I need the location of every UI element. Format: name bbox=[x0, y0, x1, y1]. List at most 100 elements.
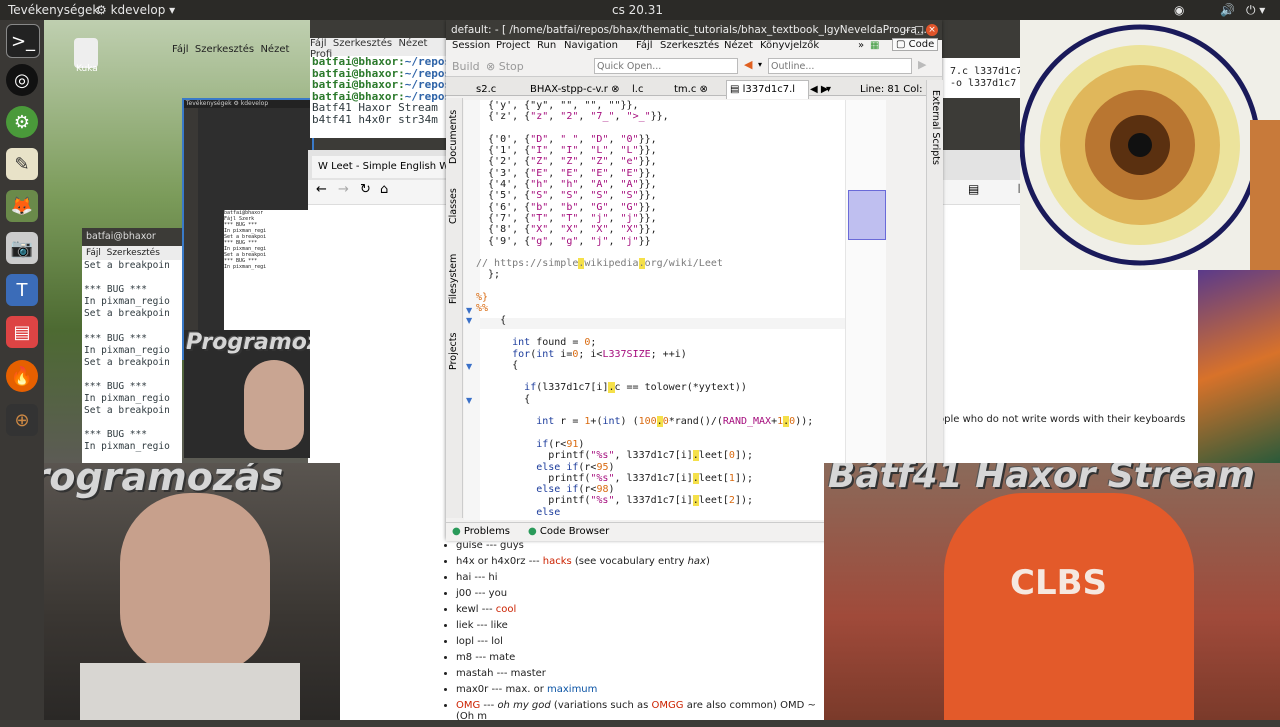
browser-tab-title: Leet - Simple English Wi bbox=[331, 161, 452, 172]
minimap[interactable] bbox=[845, 100, 886, 520]
menu-edit[interactable]: Szerkesztés bbox=[660, 40, 719, 51]
kdevelop-dock-icon[interactable]: ⚙ bbox=[6, 106, 38, 138]
code-area-label: Code bbox=[908, 39, 935, 50]
wiki-link[interactable]: OMGG bbox=[652, 700, 684, 711]
fold-icon[interactable]: ▼ bbox=[466, 306, 472, 315]
wikipedia-icon: W bbox=[318, 161, 328, 172]
classes-panel-tab[interactable]: Classes bbox=[448, 188, 459, 224]
bg-menu-view[interactable]: Nézet bbox=[398, 38, 427, 49]
terminal-menu-edit[interactable]: Szerkesztés bbox=[107, 248, 160, 258]
build-button[interactable]: Build bbox=[452, 60, 480, 73]
background-terminal[interactable]: Fájl Szerkesztés Nézet Profi batfai@bhax… bbox=[310, 38, 464, 138]
text-app-icon[interactable]: T bbox=[6, 274, 38, 306]
volume-icon[interactable]: 🔊 bbox=[1220, 3, 1235, 17]
quick-open-input[interactable] bbox=[594, 58, 738, 74]
bg-menu-file[interactable]: Fájl bbox=[310, 38, 327, 49]
wiki-paragraph-fragment: ople who do not write words with their k… bbox=[938, 414, 1186, 425]
list-item: lopl --- lol bbox=[456, 636, 836, 647]
clock[interactable]: cs 20.31 bbox=[612, 3, 663, 17]
editor-tab[interactable]: s2.c bbox=[476, 84, 496, 95]
presentation-icon[interactable]: ▤ bbox=[6, 316, 38, 348]
grid-icon[interactable]: ▦ bbox=[870, 40, 879, 51]
tab-close-icon[interactable]: ⊗ bbox=[700, 84, 708, 95]
documents-panel-tab[interactable]: Documents bbox=[448, 110, 459, 164]
stop-button[interactable]: ⊗ Stop bbox=[486, 60, 524, 73]
menu-run[interactable]: Run bbox=[537, 40, 556, 51]
problems-panel-tab[interactable]: ● Problems bbox=[452, 526, 510, 537]
projects-panel-tab[interactable]: Projects bbox=[448, 333, 459, 370]
history-back-icon[interactable]: ◀ bbox=[744, 58, 752, 71]
menu-view[interactable]: Nézet bbox=[260, 44, 289, 55]
terminal-icon[interactable]: >_ bbox=[6, 24, 40, 58]
terminal-output-line: Set a breakpoin bbox=[84, 260, 170, 271]
wiki-link[interactable]: cool bbox=[496, 604, 517, 615]
network-icon[interactable]: ◉ bbox=[1174, 3, 1184, 17]
code-browser-panel-tab[interactable]: ● Code Browser bbox=[528, 526, 609, 537]
maximize-icon[interactable]: □ bbox=[914, 20, 924, 40]
window-title-text: default: - [ /home/batfai/repos/bhax/the… bbox=[451, 24, 927, 36]
terminal-output-line: Set a breakpoin bbox=[84, 356, 170, 368]
editor-tab[interactable]: BHAX-stpp-c-v.r ⊗ bbox=[530, 84, 619, 95]
minimap-viewport[interactable] bbox=[848, 190, 886, 240]
list-item: liek --- like bbox=[456, 620, 836, 631]
list-text: (see vocabulary entry bbox=[571, 556, 688, 567]
active-editor-tab[interactable]: ▤ l337d1c7.l bbox=[726, 80, 809, 99]
menu-file[interactable]: Fájl bbox=[172, 44, 189, 55]
external-scripts-panel-tab[interactable]: External Scripts bbox=[930, 90, 941, 165]
text-editor-icon[interactable]: ✎ bbox=[6, 148, 38, 180]
gimp-icon[interactable]: 🦊 bbox=[6, 190, 38, 222]
right-tool-strip: External Scripts bbox=[926, 80, 943, 520]
fold-icon[interactable]: ▼ bbox=[466, 396, 472, 405]
power-icon[interactable]: ⏻ ▾ bbox=[1246, 3, 1265, 18]
wiki-link[interactable]: maximum bbox=[547, 684, 597, 695]
fold-icon[interactable]: ▼ bbox=[466, 316, 472, 325]
browser-tab[interactable]: W Leet - Simple English Wi bbox=[312, 156, 452, 178]
overflow-icon[interactable]: » bbox=[858, 40, 864, 51]
app-menu[interactable]: ⚙ kdevelop ▾ bbox=[96, 3, 175, 17]
reader-icon[interactable]: ▤ bbox=[968, 182, 979, 196]
menu-view[interactable]: Nézet bbox=[724, 40, 753, 51]
menu-project[interactable]: Project bbox=[496, 40, 530, 51]
crosshair-icon[interactable]: ⊕ bbox=[6, 404, 38, 436]
editor-tab[interactable]: l.c bbox=[632, 84, 643, 95]
obs-icon[interactable]: ◎ bbox=[6, 64, 38, 96]
firefox-icon[interactable]: 🔥 bbox=[6, 360, 38, 392]
forward-icon[interactable]: → bbox=[338, 182, 349, 197]
kdevelop-icon: ⚙ bbox=[96, 3, 107, 17]
back-icon[interactable]: ← bbox=[316, 182, 327, 197]
minimize-icon[interactable]: – bbox=[905, 20, 910, 40]
menu-session[interactable]: Session bbox=[452, 40, 490, 51]
menu-edit[interactable]: Szerkesztés bbox=[195, 44, 254, 55]
screenshot-icon[interactable]: 📷 bbox=[6, 232, 38, 264]
left-terminal[interactable]: batfai@bhaxor Fájl Szerkesztés Set a bre… bbox=[82, 228, 182, 483]
home-icon[interactable]: ⌂ bbox=[380, 182, 388, 197]
wiki-link[interactable]: OMG bbox=[456, 700, 480, 711]
close-icon[interactable]: × bbox=[926, 24, 938, 36]
code-area-button[interactable]: ▢ Code bbox=[892, 38, 939, 51]
history-forward-icon[interactable]: ▶ bbox=[918, 58, 926, 71]
fold-icon[interactable]: ▼ bbox=[466, 362, 472, 371]
tab-close-icon[interactable]: ⊗ bbox=[611, 84, 619, 95]
reload-icon[interactable]: ↻ bbox=[360, 182, 371, 197]
terminal-output-line: In pixman_regio bbox=[84, 344, 170, 356]
code-editor[interactable]: ▼ ▼ ▼ ▼ {'y', {"y", "", "", ""}}, {'z', … bbox=[464, 100, 886, 520]
menu-navigation[interactable]: Navigation bbox=[564, 40, 618, 51]
mandala-artwork bbox=[1020, 20, 1280, 270]
outline-input[interactable] bbox=[768, 58, 912, 74]
menu-file[interactable]: Fájl bbox=[636, 40, 653, 51]
wiki-link[interactable]: hacks bbox=[543, 556, 572, 567]
bg-menu-edit[interactable]: Szerkesztés bbox=[333, 38, 392, 49]
menu-bookmarks[interactable]: Könyvjelzők bbox=[760, 40, 819, 51]
list-item: guise --- guys bbox=[456, 540, 836, 551]
left-tool-strip: Documents Classes Filesystem Projects bbox=[446, 98, 463, 518]
dropdown-icon[interactable]: ▾ bbox=[758, 60, 762, 69]
terminal-menu-file[interactable]: Fájl bbox=[86, 248, 101, 258]
filesystem-panel-tab[interactable]: Filesystem bbox=[448, 254, 459, 304]
tab-list-icon[interactable]: ▾ bbox=[826, 84, 831, 95]
list-item: hai --- hi bbox=[456, 572, 836, 583]
editor-tab[interactable]: tm.c ⊗ bbox=[674, 84, 708, 95]
list-text: ) bbox=[705, 556, 710, 567]
activities-button[interactable]: Tevékenységek bbox=[8, 3, 99, 17]
problems-icon: ● bbox=[452, 526, 461, 537]
